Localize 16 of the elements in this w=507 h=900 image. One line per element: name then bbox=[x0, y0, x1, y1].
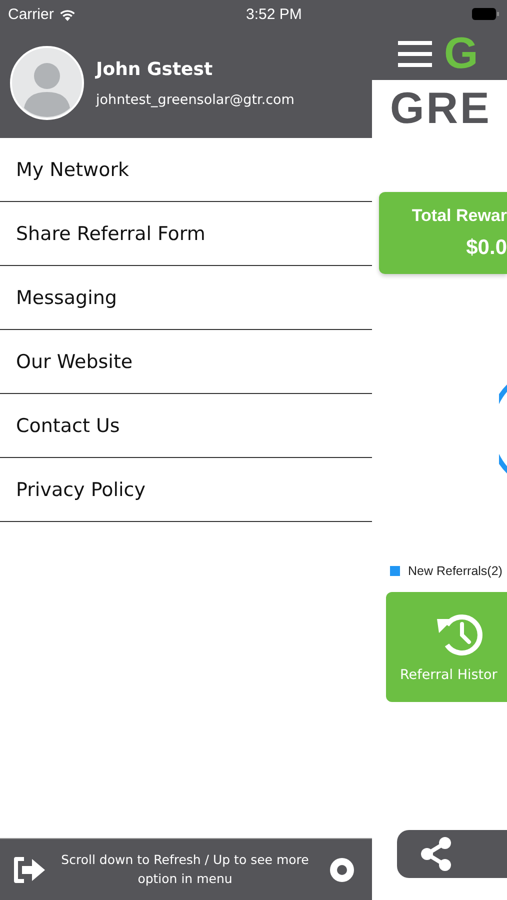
logo-mark: G bbox=[444, 32, 478, 76]
refresh-hint: Scroll down to Refresh / Up to see more option in menu bbox=[60, 850, 310, 888]
user-name: John Gstest bbox=[96, 58, 214, 80]
rewards-value: $0.0 bbox=[466, 236, 507, 260]
menu-icon[interactable] bbox=[398, 40, 432, 68]
avatar-icon bbox=[10, 46, 84, 120]
user-email: johntest_greensolar@gtr.com bbox=[96, 92, 294, 108]
logout-icon[interactable] bbox=[12, 854, 46, 884]
share-button[interactable] bbox=[397, 830, 507, 878]
legend-label: New Referrals(2) bbox=[408, 564, 502, 578]
clock-time: 3:52 PM bbox=[246, 6, 302, 22]
carrier-name: Carrier bbox=[8, 6, 54, 22]
share-icon bbox=[419, 836, 453, 872]
battery-icon bbox=[472, 8, 499, 20]
wifi-icon bbox=[58, 8, 76, 20]
rewards-title: Total Rewar bbox=[412, 206, 507, 226]
